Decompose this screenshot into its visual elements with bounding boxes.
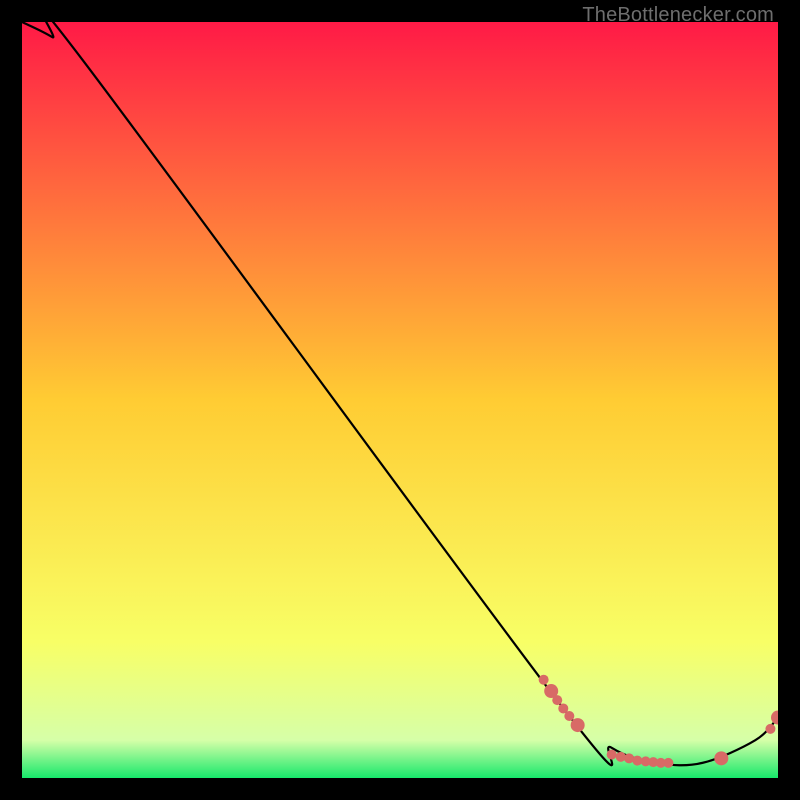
highlight-point bbox=[539, 675, 549, 685]
bottleneck-chart bbox=[22, 22, 778, 778]
chart-background-gradient bbox=[22, 22, 778, 778]
highlight-point bbox=[571, 718, 585, 732]
highlight-point bbox=[616, 752, 626, 762]
highlight-point bbox=[552, 695, 562, 705]
chart-frame bbox=[22, 22, 778, 778]
highlight-point bbox=[663, 758, 673, 768]
highlight-point bbox=[607, 750, 617, 760]
highlight-point bbox=[714, 751, 728, 765]
highlight-point bbox=[564, 711, 574, 721]
highlight-point bbox=[765, 724, 775, 734]
